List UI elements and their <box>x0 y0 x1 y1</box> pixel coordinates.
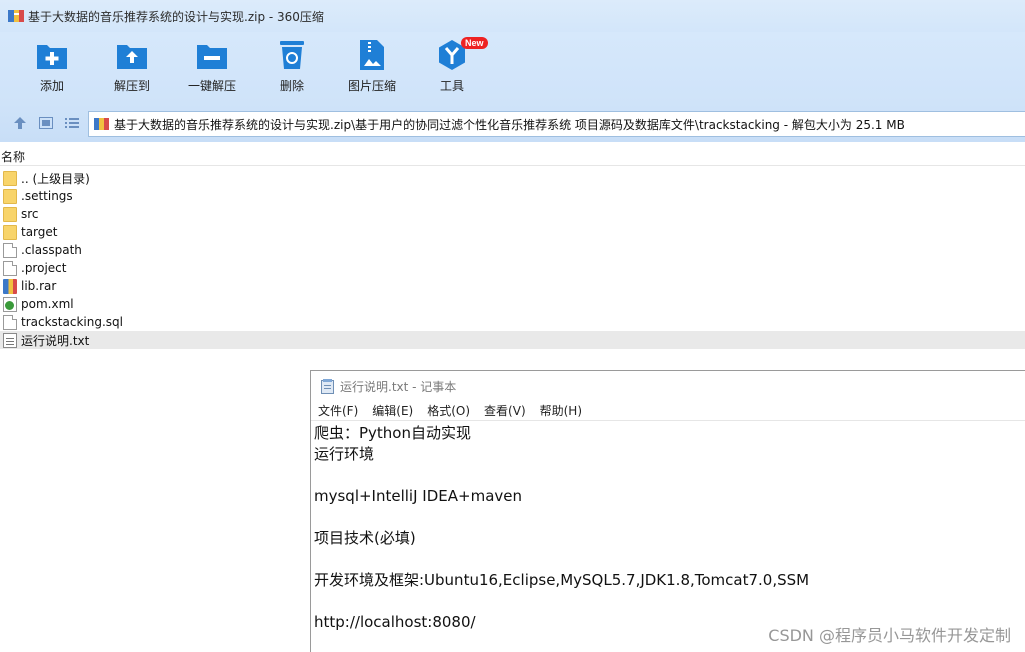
list-item[interactable]: .project <box>0 259 1025 277</box>
one-click-extract-icon <box>195 38 229 72</box>
list-item[interactable]: trackstacking.sql <box>0 313 1025 331</box>
text-line <box>314 591 1004 612</box>
extract-to-button[interactable]: 解压到 <box>97 38 167 98</box>
folder-icon <box>3 170 17 186</box>
menu-help[interactable]: 帮助(H) <box>540 402 582 419</box>
list-item[interactable]: .classpath <box>0 241 1025 259</box>
text-line <box>314 465 1004 486</box>
tools-button[interactable]: 工具 New <box>417 37 488 98</box>
delete-button[interactable]: 删除 <box>257 38 327 98</box>
file-icon <box>3 314 17 330</box>
up-arrow-icon[interactable] <box>11 114 29 132</box>
delete-label: 删除 <box>279 79 304 93</box>
notepad-title-bar: 运行说明.txt - 记事本 <box>311 371 1025 401</box>
menu-file[interactable]: 文件(F) <box>318 402 358 419</box>
menu-edit[interactable]: 编辑(E) <box>372 402 413 419</box>
file-name: .project <box>21 261 67 275</box>
file-icon <box>3 260 17 276</box>
one-click-extract-button[interactable]: 一键解压 <box>177 38 247 98</box>
one-click-extract-label: 一键解压 <box>187 79 236 93</box>
file-name: target <box>21 225 58 239</box>
text-line: 运行环境 <box>314 445 375 463</box>
main-toolbar: 添加 解压到 一键解压 删除 图片压缩 工具 New <box>0 32 1025 104</box>
file-name: trackstacking.sql <box>21 315 123 329</box>
folder-icon <box>3 206 17 222</box>
zip-archive-icon <box>94 117 109 131</box>
title-bar: 基于大数据的音乐推荐系统的设计与实现.zip - 360压缩 <box>0 0 1025 32</box>
list-item[interactable]: src <box>0 205 1025 223</box>
file-name: .settings <box>21 189 73 203</box>
list-item-selected[interactable]: 运行说明.txt <box>0 331 1025 349</box>
add-icon <box>35 38 69 72</box>
file-name: pom.xml <box>21 297 74 311</box>
folder-icon <box>3 188 17 204</box>
text-line <box>314 549 1004 570</box>
text-file-icon <box>3 332 17 348</box>
file-name: 运行说明.txt <box>21 333 90 348</box>
menu-format[interactable]: 格式(O) <box>427 402 470 419</box>
list-view-icon[interactable] <box>63 114 81 132</box>
text-line: 项目技术(必填) <box>314 529 416 547</box>
notepad-title: 运行说明.txt - 记事本 <box>340 379 457 394</box>
thumbnail-view-icon[interactable] <box>37 114 55 132</box>
navigation-bar: 基于大数据的音乐推荐系统的设计与实现.zip\基于用户的协同过滤个性化音乐推荐系… <box>0 104 1025 142</box>
notepad-icon <box>321 378 334 394</box>
text-line: 开发环境及框架:Ubuntu16,Eclipse,MySQL5.7,JDK1.8… <box>314 571 810 589</box>
file-list: .. (上级目录) .settings src target .classpat… <box>0 169 1025 349</box>
window-title: 基于大数据的音乐推荐系统的设计与实现.zip - 360压缩 <box>28 9 324 24</box>
list-item[interactable]: .settings <box>0 187 1025 205</box>
text-line: mysql+IntelliJ IDEA+maven <box>314 487 522 505</box>
text-line <box>314 507 1004 528</box>
recycle-bin-icon <box>275 38 309 72</box>
file-name: .. (上级目录) <box>21 171 90 186</box>
file-icon <box>3 242 17 258</box>
column-header: 名称 <box>0 142 1025 166</box>
menu-view[interactable]: 查看(V) <box>484 402 526 419</box>
text-line: 爬虫：Python自动实现 <box>314 424 471 442</box>
image-compress-icon <box>355 38 389 72</box>
rar-archive-icon <box>3 278 17 294</box>
archive-app-icon <box>8 9 24 23</box>
watermark: CSDN @程序员小马软件开发定制 <box>768 626 1011 645</box>
notepad-text-area[interactable]: 爬虫：Python自动实现 运行环境 mysql+IntelliJ IDEA+m… <box>314 423 1004 633</box>
xml-file-icon <box>3 296 17 312</box>
file-name: src <box>21 207 39 221</box>
new-badge: New <box>461 37 488 49</box>
folder-icon <box>3 224 17 240</box>
file-name: .classpath <box>21 243 82 257</box>
tools-label: 工具 <box>439 79 464 93</box>
list-item[interactable]: pom.xml <box>0 295 1025 313</box>
address-bar[interactable]: 基于大数据的音乐推荐系统的设计与实现.zip\基于用户的协同过滤个性化音乐推荐系… <box>88 111 1025 137</box>
list-item[interactable]: target <box>0 223 1025 241</box>
add-button[interactable]: 添加 <box>17 38 87 98</box>
list-item[interactable]: .. (上级目录) <box>0 169 1025 187</box>
file-name: lib.rar <box>21 279 57 293</box>
name-column-header[interactable]: 名称 <box>1 148 25 165</box>
address-path: 基于大数据的音乐推荐系统的设计与实现.zip\基于用户的协同过滤个性化音乐推荐系… <box>114 117 905 132</box>
notepad-menu-bar: 文件(F) 编辑(E) 格式(O) 查看(V) 帮助(H) <box>311 401 1025 421</box>
add-label: 添加 <box>39 79 64 93</box>
extract-to-icon <box>115 38 149 72</box>
image-compress-button[interactable]: 图片压缩 <box>337 38 407 98</box>
extract-to-label: 解压到 <box>113 79 150 93</box>
image-compress-label: 图片压缩 <box>347 79 396 93</box>
list-item[interactable]: lib.rar <box>0 277 1025 295</box>
notepad-window: 运行说明.txt - 记事本 文件(F) 编辑(E) 格式(O) 查看(V) 帮… <box>310 370 1025 652</box>
